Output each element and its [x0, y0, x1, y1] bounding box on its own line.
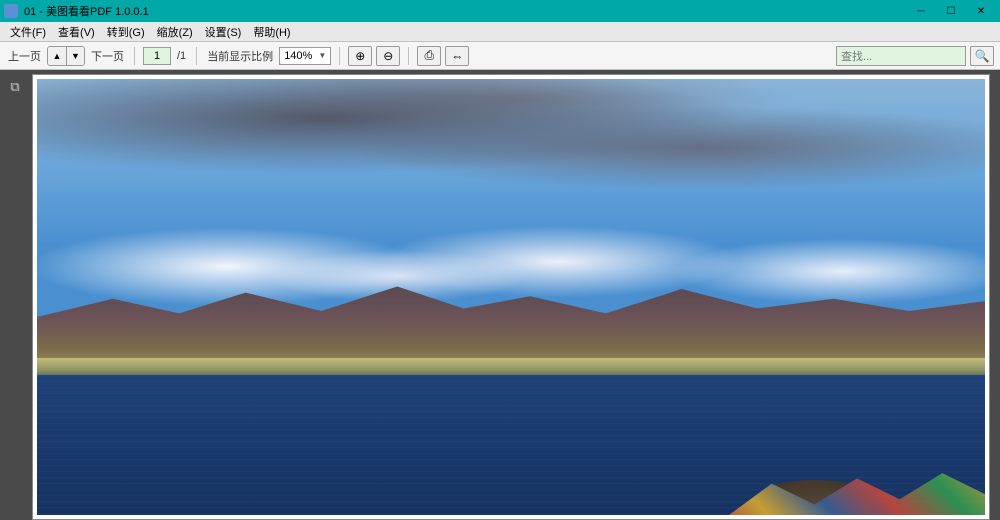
page-total-label: /1	[177, 50, 186, 62]
fit-width-icon: ⇔	[451, 49, 463, 63]
menu-goto[interactable]: 转到(G)	[101, 22, 151, 42]
menu-view[interactable]: 查看(V)	[52, 22, 101, 42]
content-area: ⧉	[0, 70, 1000, 520]
thumbnails-icon: ⧉	[10, 79, 19, 95]
zoom-out-button[interactable]: ⊖	[376, 46, 400, 66]
sidebar: ⧉	[0, 70, 30, 520]
zoom-out-icon: ⊖	[383, 49, 393, 63]
print-icon: ⎙	[424, 48, 434, 63]
close-button[interactable]: ✕	[966, 1, 996, 21]
page-nav-group: ▲ ▼	[47, 46, 85, 66]
menu-zoom[interactable]: 缩放(Z)	[151, 22, 199, 42]
menu-help[interactable]: 帮助(H)	[247, 22, 296, 42]
window-title: 01 - 美图看看PDF 1.0.0.1	[24, 3, 906, 19]
thumbnails-button[interactable]: ⧉	[6, 78, 24, 96]
caret-down-icon: ▼	[318, 51, 326, 60]
minimize-button[interactable]: ─	[906, 1, 936, 21]
maximize-button[interactable]: ☐	[936, 1, 966, 21]
zoom-label: 当前显示比例	[207, 48, 273, 64]
prev-page-label: 上一页	[8, 48, 41, 64]
separator	[339, 47, 340, 65]
toolbar: 上一页 ▲ ▼ 下一页 /1 当前显示比例 140% ▼ ⊕ ⊖ ⎙ ⇔ 查找.…	[0, 42, 1000, 70]
page-number-input[interactable]	[143, 47, 171, 65]
document-viewer[interactable]	[30, 70, 1000, 520]
window-controls: ─ ☐ ✕	[906, 1, 996, 21]
chevron-down-icon: ▼	[71, 51, 80, 61]
page-image	[37, 79, 985, 515]
zoom-in-icon: ⊕	[355, 49, 365, 63]
zoom-dropdown[interactable]: 140% ▼	[279, 47, 331, 65]
next-page-label: 下一页	[91, 48, 124, 64]
fit-width-button[interactable]: ⇔	[445, 46, 469, 66]
search-placeholder: 查找...	[841, 48, 872, 64]
app-icon	[4, 4, 18, 18]
chevron-up-icon: ▲	[53, 51, 62, 61]
prev-page-button[interactable]: ▲	[48, 47, 66, 65]
search-input[interactable]: 查找...	[836, 46, 966, 66]
menubar: 文件(F) 查看(V) 转到(G) 缩放(Z) 设置(S) 帮助(H)	[0, 22, 1000, 42]
separator	[196, 47, 197, 65]
separator	[134, 47, 135, 65]
print-button[interactable]: ⎙	[417, 46, 441, 66]
zoom-value: 140%	[284, 50, 312, 62]
next-page-button[interactable]: ▼	[66, 47, 84, 65]
menu-file[interactable]: 文件(F)	[4, 22, 52, 42]
zoom-in-button[interactable]: ⊕	[348, 46, 372, 66]
titlebar: 01 - 美图看看PDF 1.0.0.1 ─ ☐ ✕	[0, 0, 1000, 22]
menu-settings[interactable]: 设置(S)	[199, 22, 248, 42]
search-button[interactable]: 🔍	[970, 46, 994, 66]
pdf-page	[32, 74, 990, 520]
search-icon: 🔍	[975, 49, 990, 63]
separator	[408, 47, 409, 65]
